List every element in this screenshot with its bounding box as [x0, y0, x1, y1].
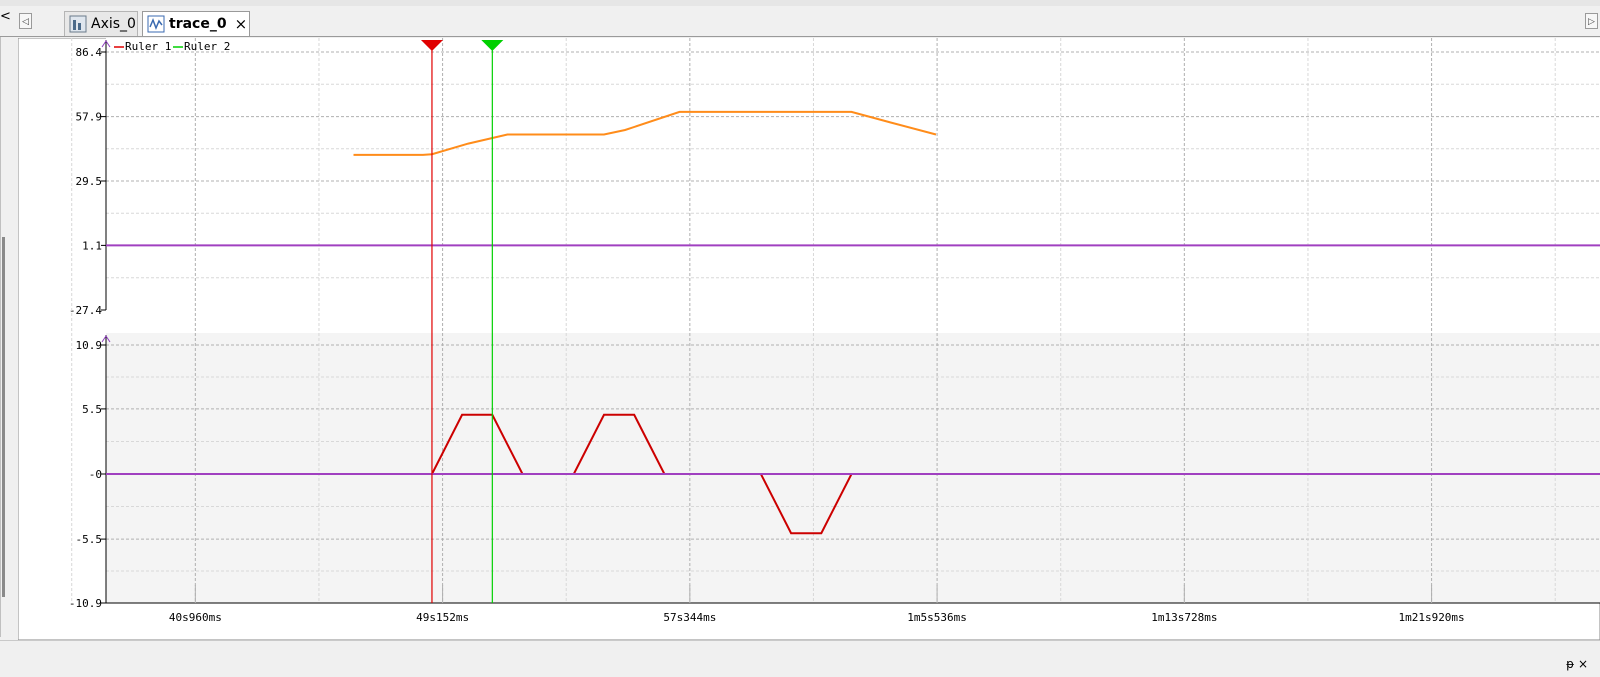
left-panel-edge [0, 37, 14, 637]
y-tick-label: -10.9 [69, 597, 102, 610]
y-tick-label: -5.5 [76, 533, 103, 546]
tab-trace-0[interactable]: trace_0 × [142, 11, 250, 36]
x-tick-label: 1m21s920ms [1398, 611, 1464, 624]
x-tick-label: 40s960ms [169, 611, 222, 624]
tab-scroll-right-button[interactable]: ▷ [1585, 13, 1598, 29]
y-tick-label: 86.4 [76, 46, 103, 59]
tab-scroll-left-button[interactable]: ◁ [19, 13, 32, 29]
x-tick-label: 57s344ms [663, 611, 716, 624]
panel-scrollbar[interactable] [2, 237, 5, 597]
legend-label: Ruler 1 [125, 40, 171, 53]
pin-close-icon[interactable]: ᵽ × [1566, 657, 1588, 671]
x-tick-label: 1m13s728ms [1151, 611, 1217, 624]
y-tick-label: -27.4 [69, 304, 102, 317]
x-tick-label: 1m5s536ms [907, 611, 967, 624]
axis-chart-icon [69, 15, 87, 33]
panel-background [106, 38, 1600, 333]
x-tick-label: 49s152ms [416, 611, 469, 624]
status-bar: ᵽ × [0, 640, 1600, 677]
y-tick-label: 1.1 [82, 239, 102, 252]
y-tick-label: 29.5 [76, 175, 103, 188]
trace-wave-icon [147, 15, 165, 33]
y-tick-label: 57.9 [76, 111, 103, 124]
tab-axis-0[interactable]: Axis_0 [64, 11, 138, 36]
legend-label: Ruler 2 [184, 40, 230, 53]
collapse-panel-button[interactable]: < [0, 9, 11, 25]
tab-label: trace_0 [169, 16, 227, 32]
close-icon[interactable]: × [235, 15, 248, 33]
y-tick-label: -0 [89, 468, 102, 481]
y-tick-label: 5.5 [82, 403, 102, 416]
trace-chart: 86.4 57.9 29.5 1.1 -27.4 10.9 5.5 -0 -5.5 -10.9 40… [18, 38, 1600, 640]
y-tick-label: 10.9 [76, 339, 103, 352]
panel-background [106, 333, 1600, 603]
panel-divider [0, 37, 1, 637]
tab-label: Axis_0 [91, 16, 136, 32]
